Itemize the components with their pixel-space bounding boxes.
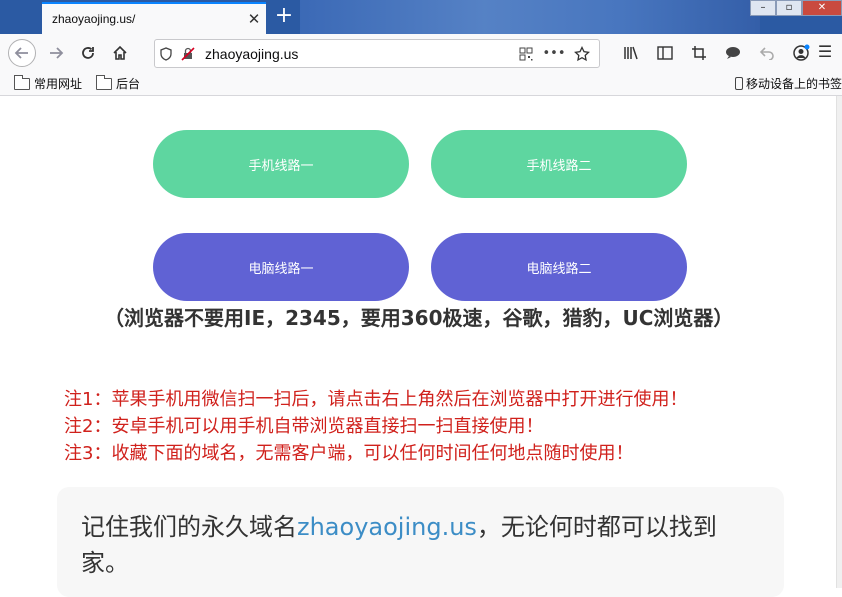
url-bar[interactable]: zhaoyaojing.us ••• [154,39,600,68]
mobile-bookmarks-label: 移动设备上的书签 [745,77,842,91]
title-bar: zhaoyaojing.us/ ✕ + – ▫ ✕ [0,0,842,34]
sidebar-icon[interactable] [654,42,676,64]
bookmarks-toolbar: 常用网址 后台 移动设备上的书签 [0,72,842,96]
chat-bubble-icon[interactable] [722,42,744,64]
pc-line-1-button[interactable]: 电脑线路一 [153,233,409,301]
page-content: 手机线路一 手机线路二 电脑线路一 电脑线路二 （浏览器不要用IE，2345，要… [0,96,842,597]
navigation-toolbar: zhaoyaojing.us ••• ☰ [0,34,842,72]
bookmark-folder-common[interactable]: 常用网址 [14,74,83,92]
toolbar-icons [620,42,812,64]
minimize-icon[interactable]: – [750,0,776,16]
mobile-bookmarks[interactable]: 移动设备上的书签 [734,75,842,92]
mobile-phone-icon [734,77,743,90]
page-scrollbar[interactable] [836,96,842,588]
forward-arrow-icon [50,47,64,59]
bookmark-label: 后台 [116,77,141,91]
permanent-domain-text: 记住我们的永久域名zhaoyaojing.us，无论何时都可以找到家。 [81,509,760,581]
notes-list: 注1：苹果手机用微信扫一扫后，请点击右上角然后在浏览器中打开进行使用！ 注2：安… [64,386,687,467]
bookmark-folder-admin[interactable]: 后台 [96,74,141,92]
note-item: 注1：苹果手机用微信扫一扫后，请点击右上角然后在浏览器中打开进行使用！ [64,389,688,410]
url-text: zhaoyaojing.us [205,45,299,62]
hamburger-menu-icon[interactable]: ☰ [814,42,836,61]
maximize-icon[interactable]: ▫ [776,0,802,16]
home-button[interactable] [106,39,134,67]
shield-icon[interactable] [155,43,177,65]
url-bar-actions: ••• [515,43,599,65]
domain-link[interactable]: zhaoyaojing.us [297,513,477,541]
insecure-lock-icon[interactable] [177,43,199,65]
tab-active[interactable]: zhaoyaojing.us/ ✕ [42,2,266,34]
note-item: 注3：收藏下面的域名，无需客户端，可以任何时间任何地点随时使用！ [64,443,634,464]
home-icon [113,45,127,60]
more-actions-icon[interactable]: ••• [543,43,566,65]
qr-code-icon[interactable] [515,43,537,65]
pc-line-2-button[interactable]: 电脑线路二 [431,233,687,301]
bookmark-label: 常用网址 [34,77,83,91]
screenshot-crop-icon[interactable] [688,42,710,64]
account-icon[interactable] [790,42,812,64]
remember-prefix: 记住我们的永久域名 [81,513,297,541]
browser-recommendation: （浏览器不要用IE，2345，要用360极速，谷歌，猎豹，UC浏览器） [104,306,734,330]
title-bar-background [300,0,760,34]
permanent-domain-card: 记住我们的永久域名zhaoyaojing.us，无论何时都可以找到家。 [57,487,784,597]
back-button[interactable] [8,39,36,67]
mobile-line-2-button[interactable]: 手机线路二 [431,130,687,198]
back-arrow-icon [14,47,28,59]
note-item: 注2：安卓手机可以用手机自带浏览器直接扫一扫直接使用！ [64,416,544,437]
close-tab-icon[interactable]: ✕ [242,10,266,28]
new-tab-button[interactable]: + [270,4,298,30]
folder-icon [96,74,113,90]
forward-button[interactable] [42,39,70,67]
reload-icon [82,47,94,59]
mobile-line-1-button[interactable]: 手机线路一 [153,130,409,198]
window-controls: – ▫ ✕ [750,0,842,16]
folder-icon [14,74,30,90]
bookmark-star-icon[interactable] [571,43,593,65]
tab-title: zhaoyaojing.us/ [52,12,136,26]
undo-arrow-icon[interactable] [756,42,778,64]
library-icon[interactable] [620,42,642,64]
window-close-icon[interactable]: ✕ [802,0,842,16]
reload-button[interactable] [74,39,102,67]
